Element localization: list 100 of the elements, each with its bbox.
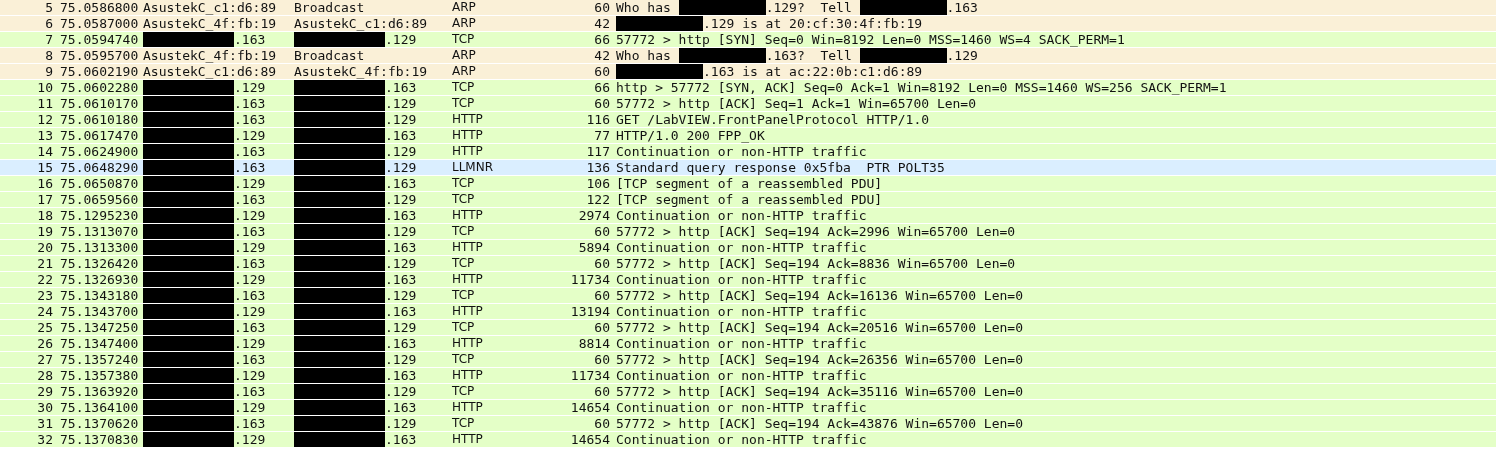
table-cell: http > 57772 [SYN, ACK] Seq=0 Ack=1 Win=8192 Len=0 MSS=1460 WS=256 SACK_PERM=1 — [616, 81, 1227, 94]
packet-row[interactable]: 12 75.0610180 .163 .129 HTTP 116 GET /LabVIEW.FrontPanelProtocol HTTP/1.0 — [0, 112, 1496, 127]
table-cell: Continuation or non-HTTP traffic — [616, 145, 867, 158]
table-cell: .163 — [234, 257, 266, 270]
table-cell: .129 — [234, 209, 266, 222]
table-cell-text: 75.1370620 — [59, 417, 140, 430]
table-cell-text: TCP — [452, 417, 476, 430]
table-cell: Continuation or non-HTTP traffic — [616, 337, 867, 350]
table-cell: .163 — [385, 209, 417, 222]
table-cell-text: Who has — [616, 1, 672, 14]
table-cell: .129 — [385, 321, 417, 334]
packet-row[interactable]: 21 75.1326420 .163 .129 TCP 60 57772 > http [ACK] Seq=194 Ack=8836 Win=65700 Len=0 — [0, 256, 1496, 271]
table-cell-text: Who has — [616, 49, 672, 62]
packet-row[interactable]: 30 75.1364100 .129 .163 HTTP 14654 Continuation or non-HTTP traffic — [0, 400, 1496, 415]
packet-row[interactable]: 8 75.0595700 AsustekC_4f:fb:19 Broadcast ARP 42 Who has .163? Tell .129 — [0, 48, 1496, 63]
table-cell-text: 6 — [44, 17, 53, 30]
packet-row[interactable]: 17 75.0659560 .163 .129 TCP 122 [TCP segment of a reassembled PDU] — [0, 192, 1496, 207]
table-cell: 57772 > http [ACK] Seq=194 Ack=43876 Win=65700 Len=0 — [616, 417, 1023, 430]
table-cell: .163 — [385, 305, 417, 318]
packet-row[interactable]: 29 75.1363920 .163 .129 TCP 60 57772 > http [ACK] Seq=194 Ack=35116 Win=65700 Len=0 — [0, 384, 1496, 399]
table-cell: 57772 > http [ACK] Seq=1 Ack=1 Win=65700 Len=0 — [616, 97, 977, 110]
table-cell-text: HTTP — [452, 433, 484, 446]
table-cell: .163 is at ac:22:0b:c1:d6:89 — [703, 65, 923, 78]
table-cell: 57772 > http [SYN] Seq=0 Win=8192 Len=0 MSS=1460 WS=4 SACK_PERM=1 — [616, 33, 1125, 46]
table-cell: .163 — [385, 273, 417, 286]
table-cell-text: 14 — [36, 145, 53, 158]
table-cell-text: 75.0602190 — [59, 65, 140, 78]
packet-row[interactable]: 13 75.0617470 .129 .163 HTTP 77 HTTP/1.0 200 FPP_OK — [0, 128, 1496, 143]
packet-row[interactable]: 25 75.1347250 .163 .129 TCP 60 57772 > http [ACK] Seq=194 Ack=20516 Win=65700 Len=0 — [0, 320, 1496, 335]
table-cell-text: 75.0617470 — [59, 129, 140, 142]
table-cell-text: 17 — [36, 193, 53, 206]
table-cell-text: 136 — [585, 161, 610, 174]
table-cell: .163 — [234, 193, 266, 206]
table-cell-text: 9 — [44, 65, 53, 78]
table-cell: [TCP segment of a reassembled PDU] — [616, 177, 883, 190]
table-cell-text: 11734 — [569, 369, 610, 382]
table-cell-text: 26 — [36, 337, 53, 350]
packet-row[interactable]: 23 75.1343180 .163 .129 TCP 60 57772 > http [ACK] Seq=194 Ack=16136 Win=65700 Len=0 — [0, 288, 1496, 303]
packet-row[interactable]: 7 75.0594740 .163 .129 TCP 66 57772 > http [SYN] Seq=0 Win=8192 Len=0 MSS=1460 WS=4 SACK_PERM=1 — [0, 32, 1496, 47]
table-cell: .129 — [234, 241, 266, 254]
table-cell: .129 — [234, 177, 266, 190]
table-cell-text: 75.0602280 — [59, 81, 140, 94]
packet-row[interactable]: 22 75.1326930 .129 .163 HTTP 11734 Continuation or non-HTTP traffic — [0, 272, 1496, 287]
packet-row[interactable]: 31 75.1370620 .163 .129 TCP 60 57772 > http [ACK] Seq=194 Ack=43876 Win=65700 Len=0 — [0, 416, 1496, 431]
packet-row[interactable]: 19 75.1313070 .163 .129 TCP 60 57772 > http [ACK] Seq=194 Ack=2996 Win=65700 Len=0 — [0, 224, 1496, 239]
table-cell-text: 2974 — [577, 209, 610, 222]
packet-row[interactable]: 18 75.1295230 .129 .163 HTTP 2974 Continuation or non-HTTP traffic — [0, 208, 1496, 223]
table-cell: .163 — [234, 289, 266, 302]
packet-row[interactable]: 20 75.1313300 .129 .163 HTTP 5894 Continuation or non-HTTP traffic — [0, 240, 1496, 255]
table-cell-text: 15 — [36, 161, 53, 174]
packet-row[interactable]: 26 75.1347400 .129 .163 HTTP 8814 Continuation or non-HTTP traffic — [0, 336, 1496, 351]
packet-row[interactable]: 9 75.0602190 AsustekC_c1:d6:89 AsustekC_4f:fb:19 ARP 60 .163 is at ac:22:0b:c1:d6:89 — [0, 64, 1496, 79]
table-cell: .163 — [385, 433, 417, 446]
table-cell-text: 60 — [593, 289, 610, 302]
table-cell-text: 60 — [593, 353, 610, 366]
table-cell-text: 75.0586800 — [59, 1, 140, 14]
table-cell-text: 75.1313300 — [59, 241, 140, 254]
table-cell-text: 42 — [593, 49, 610, 62]
table-cell-text: 75.0624900 — [59, 145, 140, 158]
packet-row[interactable]: 15 75.0648290 .163 .129 LLMNR 136 Standard query response 0x5fba PTR POLT35 — [0, 160, 1496, 175]
packet-row[interactable]: 32 75.1370830 .129 .163 HTTP 14654 Continuation or non-HTTP traffic — [0, 432, 1496, 447]
table-cell-text: HTTP — [452, 369, 484, 382]
table-cell: .129 — [234, 305, 266, 318]
packet-row[interactable]: 16 75.0650870 .129 .163 TCP 106 [TCP segment of a reassembled PDU] — [0, 176, 1496, 191]
table-cell-text: 22 — [36, 273, 53, 286]
packet-row[interactable]: 5 75.0586800 AsustekC_c1:d6:89 Broadcast ARP 60 Who has .129? Tell .163 — [0, 0, 1496, 15]
table-cell: 57772 > http [ACK] Seq=194 Ack=2996 Win=65700 Len=0 — [616, 225, 1016, 238]
table-cell: .163 — [234, 385, 266, 398]
table-cell-text: 75.1326420 — [59, 257, 140, 270]
table-cell-text: 75.1347400 — [59, 337, 140, 350]
table-cell-text: HTTP — [452, 401, 484, 414]
packet-row[interactable]: 28 75.1357380 .129 .163 HTTP 11734 Continuation or non-HTTP traffic — [0, 368, 1496, 383]
table-cell: 57772 > http [ACK] Seq=194 Ack=16136 Win=65700 Len=0 — [616, 289, 1023, 302]
table-cell: .163 — [385, 129, 417, 142]
table-cell-text: TCP — [452, 225, 476, 238]
table-cell: .129 — [385, 161, 417, 174]
table-cell-text: 75.1357380 — [59, 369, 140, 382]
table-cell: .163 — [234, 321, 266, 334]
table-cell-text: TCP — [452, 385, 476, 398]
packet-row[interactable]: 11 75.0610170 .163 .129 TCP 60 57772 > http [ACK] Seq=1 Ack=1 Win=65700 Len=0 — [0, 96, 1496, 111]
table-cell-text: 75.1326930 — [59, 273, 140, 286]
table-cell-text: 75.1347250 — [59, 321, 140, 334]
table-cell: .163 — [385, 177, 417, 190]
table-cell-text: 13 — [36, 129, 53, 142]
table-cell-text: TCP — [452, 193, 476, 206]
table-cell-text: ARP — [452, 49, 477, 62]
table-cell: .129 — [946, 49, 978, 62]
table-cell: 57772 > http [ACK] Seq=194 Ack=35116 Win=65700 Len=0 — [616, 385, 1023, 398]
packet-row[interactable]: 27 75.1357240 .163 .129 TCP 60 57772 > http [ACK] Seq=194 Ack=26356 Win=65700 Len=0 — [0, 352, 1496, 367]
table-cell-text: 10 — [36, 81, 53, 94]
packet-row[interactable]: 14 75.0624900 .163 .129 HTTP 117 Continuation or non-HTTP traffic — [0, 144, 1496, 159]
table-cell: .129 — [385, 385, 417, 398]
table-cell: .129 — [385, 97, 417, 110]
table-cell: .129 — [385, 353, 417, 366]
packet-row[interactable]: 24 75.1343700 .129 .163 HTTP 13194 Continuation or non-HTTP traffic — [0, 304, 1496, 319]
table-cell-text: 8 — [44, 49, 53, 62]
table-cell: .129 — [234, 369, 266, 382]
packet-row[interactable]: 10 75.0602280 .129 .163 TCP 66 http > 57772 [SYN, ACK] Seq=0 Ack=1 Win=8192 Len=0 MSS=1460 WS=256 SACK_PERM=1 — [0, 80, 1496, 95]
table-cell: 57772 > http [ACK] Seq=194 Ack=8836 Win=65700 Len=0 — [616, 257, 1016, 270]
packet-row[interactable]: 6 75.0587000 AsustekC_4f:fb:19 AsustekC_c1:d6:89 ARP 42 .129 is at 20:cf:30:4f:fb:19 — [0, 16, 1496, 31]
